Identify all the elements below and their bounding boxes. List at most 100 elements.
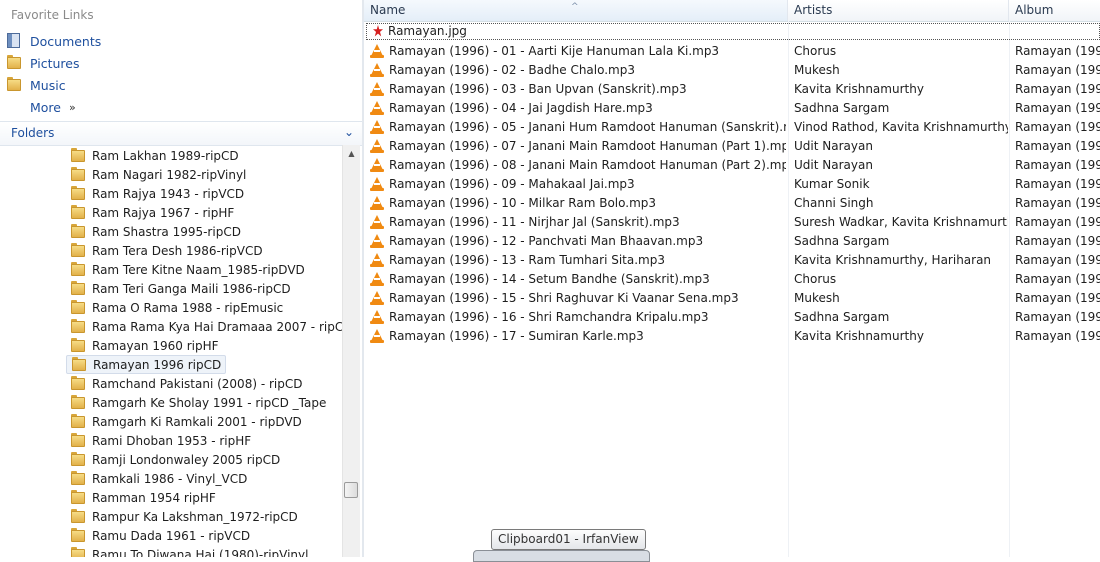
tree-folder-item[interactable]: Ram Rajya 1943 - ripVCD <box>66 184 248 203</box>
tree-folder-label: Rama O Rama 1988 - ripEmusic <box>92 300 284 315</box>
file-artist-cell: Chorus <box>794 272 837 286</box>
file-row[interactable]: Ramayan (1996) - 15 - Shri Raghuvar Ki V… <box>364 289 1100 308</box>
column-header-artists-label: Artists <box>794 3 833 17</box>
tree-folder-item[interactable]: Ramchand Pakistani (2008) - ripCD <box>66 374 306 393</box>
file-name-cell: Ramayan (1996) - 07 - Janani Main Ramdoo… <box>370 137 786 156</box>
folder-icon <box>70 528 86 543</box>
more-links-button[interactable]: More » <box>30 97 76 117</box>
tree-folder-item[interactable]: Ramkali 1986 - Vinyl_VCD <box>66 469 251 488</box>
folder-icon <box>70 414 86 429</box>
favorite-link-music[interactable]: Music <box>6 75 66 95</box>
folder-icon <box>70 224 86 239</box>
file-row[interactable]: Ramayan (1996) - 01 - Aarti Kije Hanuman… <box>364 42 1100 61</box>
tree-folder-item[interactable]: Ramayan 1960 ripHF <box>66 336 223 355</box>
column-header-artists[interactable]: Artists <box>788 0 1009 21</box>
file-artist-cell: Kavita Krishnamurthy <box>794 329 924 343</box>
chevron-down-icon[interactable]: ⌄ <box>342 125 356 139</box>
favorite-link-pictures[interactable]: Pictures <box>6 53 80 73</box>
file-row-jpg[interactable]: Ramayan.jpg <box>364 23 1100 42</box>
file-name: Ramayan (1996) - 04 - Jai Jagdish Hare.m… <box>389 101 653 115</box>
tree-folder-item[interactable]: Ramgarh Ke Sholay 1991 - ripCD _Tape <box>66 393 330 412</box>
tree-folder-item[interactable]: Ramayan 1996 ripCD <box>66 355 227 374</box>
file-row[interactable]: Ramayan (1996) - 07 - Janani Main Ramdoo… <box>364 137 1100 156</box>
tree-folder-item[interactable]: Ram Rajya 1967 - ripHF <box>66 203 238 222</box>
vlc-media-file-icon <box>370 63 384 78</box>
vlc-media-file-icon <box>370 44 384 59</box>
column-header-name-label: Name <box>370 3 406 17</box>
file-row[interactable]: Ramayan (1996) - 10 - Milkar Ram Bolo.mp… <box>364 194 1100 213</box>
folder-icon <box>70 338 86 353</box>
tree-folder-item[interactable]: Ram Tere Kitne Naam_1985-ripDVD <box>66 260 309 279</box>
favorite-link-label: Music <box>30 77 66 93</box>
vlc-media-file-icon <box>370 329 384 344</box>
tree-folder-item[interactable]: Rami Dhoban 1953 - ripHF <box>66 431 255 450</box>
vlc-cone-stripe <box>374 69 380 71</box>
vlc-cone-stripe <box>374 316 380 318</box>
vlc-cone-stripe <box>374 183 380 185</box>
tree-folder-label: Ram Shastra 1995-ripCD <box>92 224 241 239</box>
more-label: More <box>30 99 61 115</box>
file-artist-cell: Suresh Wadkar, Kavita Krishnamurthy <box>794 215 1008 229</box>
folders-label: Folders <box>11 126 55 140</box>
file-name: Ramayan (1996) - 08 - Janani Main Ramdoo… <box>389 158 786 172</box>
file-name-cell: Ramayan (1996) - 02 - Badhe Chalo.mp3 <box>370 61 786 80</box>
file-name: Ramayan (1996) - 11 - Nirjhar Jal (Sansk… <box>389 215 680 229</box>
file-artist-cell: Mukesh <box>794 291 840 305</box>
tree-folder-item[interactable]: Ramgarh Ki Ramkali 2001 - ripDVD <box>66 412 306 431</box>
file-row[interactable]: Ramayan (1996) - 11 - Nirjhar Jal (Sansk… <box>364 213 1100 232</box>
folder-icon <box>6 77 22 93</box>
tree-folder-item[interactable]: Ram Nagari 1982-ripVinyl <box>66 165 250 184</box>
tree-folder-item[interactable]: Ramji Londonwaley 2005 ripCD <box>66 450 284 469</box>
image-file-icon <box>371 24 385 39</box>
column-header-album[interactable]: Album <box>1009 0 1100 21</box>
tree-folder-item[interactable]: Ram Lakhan 1989-ripCD <box>66 146 243 165</box>
tree-folder-label: Ramu Dada 1961 - ripVCD <box>92 528 251 543</box>
vlc-media-file-icon <box>370 215 384 230</box>
tree-folder-item[interactable]: Ramu Dada 1961 - ripVCD <box>66 526 254 545</box>
vlc-media-file-icon <box>370 120 384 135</box>
file-row[interactable]: Ramayan (1996) - 02 - Badhe Chalo.mp3 Muk… <box>364 61 1100 80</box>
tree-folder-item[interactable]: Ram Tera Desh 1986-ripVCD <box>66 241 267 260</box>
tree-folder-item[interactable]: Ram Teri Ganga Maili 1986-ripCD <box>66 279 295 298</box>
tree-folder-item[interactable]: Rampur Ka Lakshman_1972-ripCD <box>66 507 302 526</box>
tree-folder-item[interactable]: Ramu To Diwana Hai (1980)-ripVinyl <box>66 545 312 557</box>
column-header-name[interactable]: Name ^ <box>364 0 788 21</box>
taskbar-button[interactable] <box>473 550 650 562</box>
file-row[interactable]: Ramayan (1996) - 17 - Sumiran Karle.mp3 K… <box>364 327 1100 346</box>
file-row[interactable]: Ramayan (1996) - 09 - Mahakaal Jai.mp3 Ku… <box>364 175 1100 194</box>
file-row[interactable]: Ramayan (1996) - 03 - Ban Upvan (Sanskri… <box>364 80 1100 99</box>
file-album-cell: Ramayan (1996) <box>1015 139 1100 153</box>
tree-folder-item[interactable]: Ramman 1954 ripHF <box>66 488 220 507</box>
file-artist-cell: Kumar Sonik <box>794 177 870 191</box>
file-album-cell: Ramayan (1996) <box>1015 177 1100 191</box>
scroll-up-arrow-icon[interactable]: ▲ <box>343 145 360 162</box>
taskbar-tooltip: Clipboard01 - IrfanView <box>491 529 646 550</box>
file-row[interactable]: Ramayan (1996) - 08 - Janani Main Ramdoo… <box>364 156 1100 175</box>
file-row[interactable]: Ramayan (1996) - 16 - Shri Ramchandra Kr… <box>364 308 1100 327</box>
file-name-cell: Ramayan.jpg <box>366 23 1100 40</box>
favorite-link-documents[interactable]: Documents <box>6 31 101 51</box>
file-artist-cell: Chorus <box>794 44 837 58</box>
vlc-media-file-icon <box>370 234 384 249</box>
file-row[interactable]: Ramayan (1996) - 04 - Jai Jagdish Hare.m… <box>364 99 1100 118</box>
tree-folder-item[interactable]: Ram Shastra 1995-ripCD <box>66 222 245 241</box>
file-row[interactable]: Ramayan (1996) - 13 - Ram Tumhari Sita.m… <box>364 251 1100 270</box>
folder-icon <box>70 262 86 277</box>
tree-scrollbar[interactable]: ▲ <box>342 145 360 557</box>
file-row[interactable]: Ramayan (1996) - 05 - Janani Hum Ramdoot… <box>364 118 1100 137</box>
file-row[interactable]: Ramayan (1996) - 14 - Setum Bandhe (Sans… <box>364 270 1100 289</box>
tree-folder-label: Ramgarh Ke Sholay 1991 - ripCD _Tape <box>92 395 327 410</box>
vlc-media-file-icon <box>370 82 384 97</box>
file-name: Ramayan (1996) - 09 - Mahakaal Jai.mp3 <box>389 177 635 191</box>
folders-bar[interactable]: Folders ⌄ <box>0 121 362 146</box>
tree-folder-item[interactable]: Rama O Rama 1988 - ripEmusic <box>66 298 287 317</box>
file-artist-cell: Udit Narayan <box>794 139 873 153</box>
scrollbar-thumb[interactable] <box>344 482 358 498</box>
file-name-cell: Ramayan (1996) - 01 - Aarti Kije Hanuman… <box>370 42 786 61</box>
folder-icon <box>70 167 86 182</box>
vlc-cone-stripe <box>374 107 380 109</box>
tree-folder-item[interactable]: Rama Rama Kya Hai Dramaaa 2007 - ripCD <box>66 317 342 336</box>
file-artist-cell: Sadhna Sargam <box>794 101 890 115</box>
file-album-cell: Ramayan (1996) <box>1015 120 1100 134</box>
file-row[interactable]: Ramayan (1996) - 12 - Panchvati Man Bhaa… <box>364 232 1100 251</box>
